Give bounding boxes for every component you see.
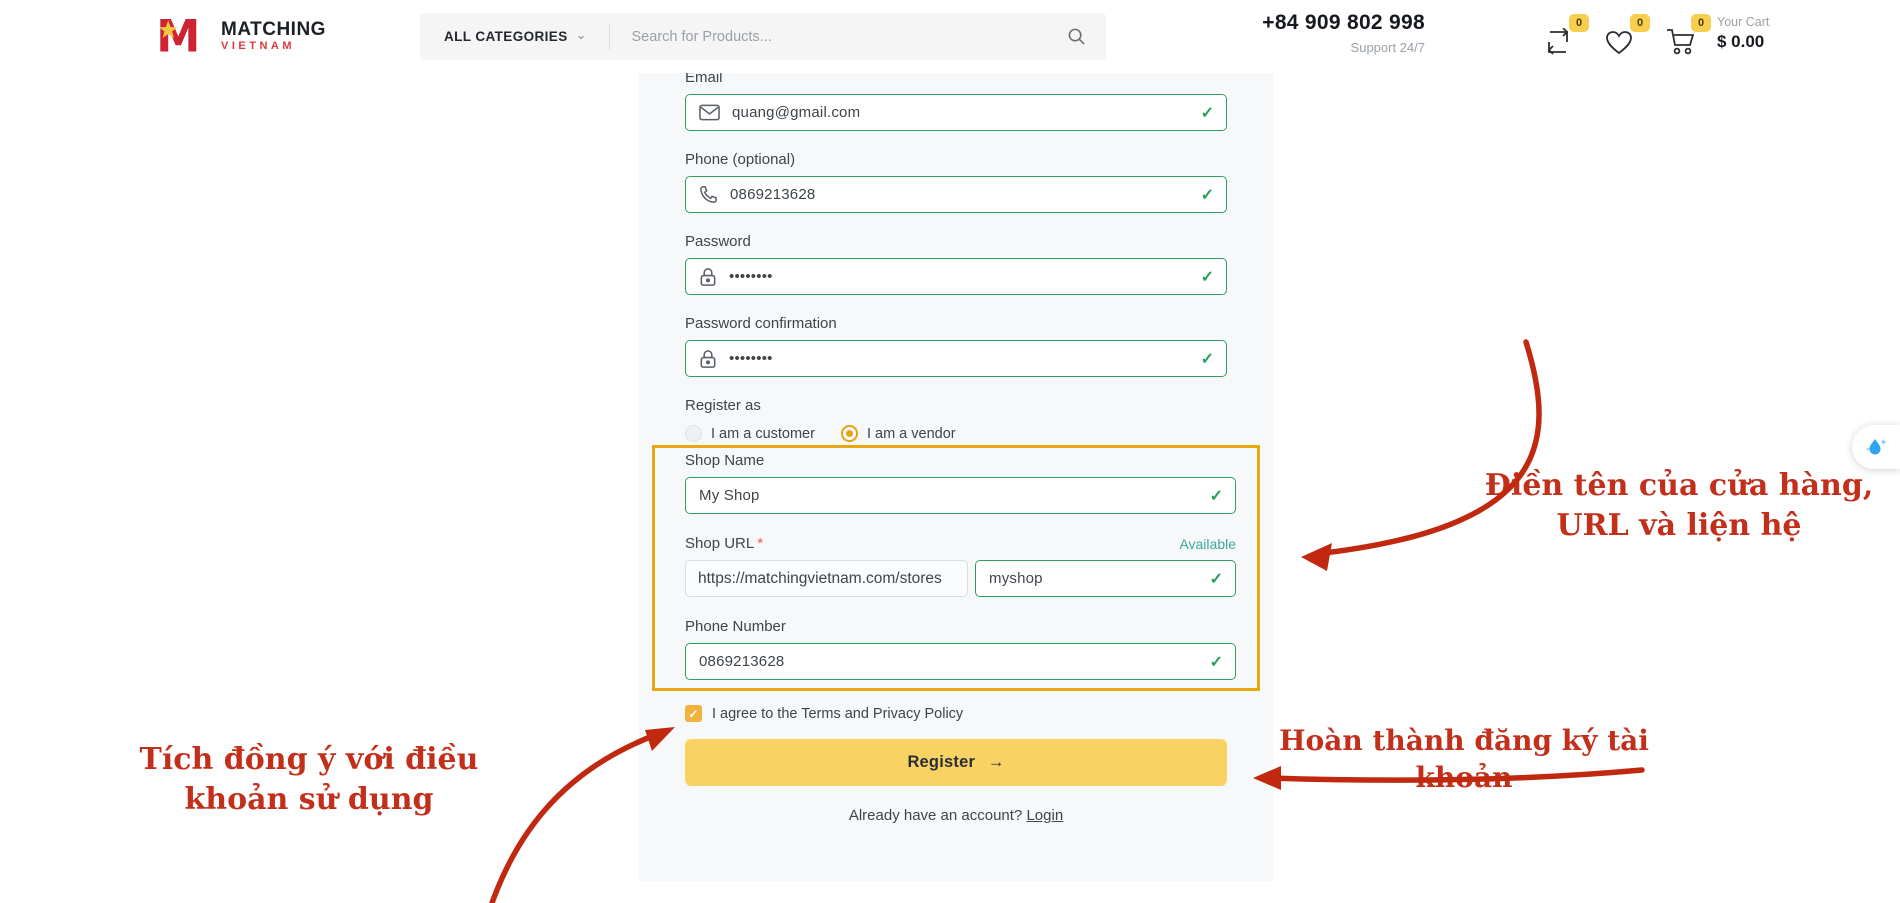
valid-check-icon: ✓ <box>1210 569 1223 589</box>
radio-customer-circle[interactable] <box>685 425 702 442</box>
shop-url-label: Shop URL <box>685 535 754 552</box>
phone-field[interactable]: ✓ <box>685 176 1227 213</box>
login-link[interactable]: Login <box>1026 807 1063 824</box>
extension-widget-button[interactable] <box>1852 425 1900 469</box>
required-asterisk: * <box>757 535 763 552</box>
annotation-register: Hoàn thành đăng ký tài khoản <box>1258 723 1670 797</box>
register-button-label: Register <box>907 753 975 771</box>
shop-url-field[interactable]: ✓ <box>975 560 1236 597</box>
shop-url-prefix: https://matchingvietnam.com/stores <box>685 560 968 597</box>
register-as-group: Register as I am a customer I am a vendo… <box>685 397 1227 442</box>
email-input[interactable] <box>732 104 1192 121</box>
cart-label: Your Cart <box>1717 15 1769 29</box>
shop-name-field[interactable]: ✓ <box>685 477 1236 514</box>
password-field-group: Password ✓ <box>685 233 1227 295</box>
shop-name-field-group: Shop Name ✓ <box>685 452 1236 514</box>
arrow-right-icon: → <box>988 753 1005 771</box>
cart-info[interactable]: Your Cart $ 0.00 <box>1717 15 1769 52</box>
radio-customer[interactable]: I am a customer <box>685 425 815 442</box>
shop-phone-field-group: Phone Number ✓ <box>685 618 1236 680</box>
logo-m-icon: M <box>155 12 211 60</box>
register-as-label: Register as <box>685 397 1227 414</box>
annotation-shop-fields: Điền tên của cửa hàng, URL và liện hệ <box>1458 466 1900 545</box>
valid-check-icon: ✓ <box>1210 652 1223 672</box>
compare-icon <box>1543 28 1573 56</box>
valid-check-icon: ✓ <box>1201 349 1214 369</box>
shop-name-input[interactable] <box>699 487 1201 504</box>
shop-phone-field[interactable]: ✓ <box>685 643 1236 680</box>
annotation-terms: Tích đồng ý với điều khoản sử dụng <box>85 740 533 819</box>
radio-customer-label: I am a customer <box>711 426 815 442</box>
password-confirmation-field-group: Password confirmation ✓ <box>685 315 1227 377</box>
password-confirmation-label: Password confirmation <box>685 315 1227 332</box>
lock-icon <box>699 267 717 287</box>
arrowhead-shop-box <box>1301 543 1332 571</box>
mail-icon <box>699 104 720 121</box>
email-field-group: Email ✓ <box>685 73 1227 131</box>
support-caption: Support 24/7 <box>1180 40 1425 55</box>
search-bar: ALL CATEGORIES ⌄ <box>420 13 1106 60</box>
phone-input[interactable] <box>730 186 1192 203</box>
logo[interactable]: M MATCHING VIETNAM <box>155 12 326 60</box>
compare-count-badge: 0 <box>1569 14 1589 32</box>
shop-phone-input[interactable] <box>699 653 1201 670</box>
password-label: Password <box>685 233 1227 250</box>
email-label: Email <box>685 73 1227 86</box>
valid-check-icon: ✓ <box>1210 486 1223 506</box>
shop-phone-label: Phone Number <box>685 618 1236 635</box>
valid-check-icon: ✓ <box>1201 103 1214 123</box>
registration-form-card: Email ✓ Phone (optional) ✓ Password ✓ <box>639 73 1273 881</box>
login-row: Already have an account? Login <box>685 807 1227 824</box>
password-confirmation-input[interactable] <box>729 350 1192 367</box>
shop-url-input[interactable] <box>989 570 1201 587</box>
cart-total: $ 0.00 <box>1717 32 1769 52</box>
wishlist-button[interactable]: 0 <box>1604 20 1650 56</box>
terms-checkbox[interactable]: ✓ <box>685 705 702 722</box>
logo-subtitle: VIETNAM <box>221 40 326 53</box>
search-icon <box>1067 27 1086 46</box>
phone-label: Phone (optional) <box>685 151 1227 168</box>
wishlist-count-badge: 0 <box>1630 14 1650 32</box>
site-header: M MATCHING VIETNAM ALL CATEGORIES ⌄ +84 … <box>0 0 1900 73</box>
vendor-fields-highlight-box: Shop Name ✓ Shop URL* Available https://… <box>652 445 1260 691</box>
compare-button[interactable]: 0 <box>1543 20 1589 56</box>
shop-name-label: Shop Name <box>685 452 1236 469</box>
radio-vendor[interactable]: I am a vendor <box>841 425 956 442</box>
phone-icon <box>699 185 718 204</box>
cart-icon <box>1665 27 1697 56</box>
water-drop-icon <box>1864 435 1888 459</box>
valid-check-icon: ✓ <box>1201 267 1214 287</box>
categories-label: ALL CATEGORIES <box>444 29 568 44</box>
register-button[interactable]: Register → <box>685 739 1227 786</box>
terms-row[interactable]: ✓ I agree to the Terms and Privacy Polic… <box>685 705 1227 722</box>
heart-icon <box>1604 29 1634 56</box>
chevron-down-icon: ⌄ <box>576 27 587 43</box>
logo-letter: M <box>156 12 200 60</box>
search-button[interactable] <box>1047 27 1106 46</box>
terms-label: I agree to the Terms and Privacy Policy <box>712 706 963 722</box>
shop-url-field-group: Shop URL* Available https://matchingviet… <box>685 535 1236 597</box>
password-confirmation-field[interactable]: ✓ <box>685 340 1227 377</box>
email-field[interactable]: ✓ <box>685 94 1227 131</box>
support-phone-block: +84 909 802 998 Support 24/7 <box>1180 11 1425 55</box>
cart-count-badge: 0 <box>1691 14 1711 32</box>
valid-check-icon: ✓ <box>1201 185 1214 205</box>
lock-icon <box>699 349 717 369</box>
password-field[interactable]: ✓ <box>685 258 1227 295</box>
radio-vendor-label: I am a vendor <box>867 426 956 442</box>
login-prompt: Already have an account? <box>849 807 1027 824</box>
categories-dropdown[interactable]: ALL CATEGORIES ⌄ <box>420 29 609 45</box>
support-phone-number: +84 909 802 998 <box>1180 11 1425 35</box>
availability-status: Available <box>1179 536 1236 552</box>
radio-vendor-circle[interactable] <box>841 425 858 442</box>
logo-title: MATCHING <box>221 20 326 40</box>
password-input[interactable] <box>729 268 1192 285</box>
cart-button[interactable]: 0 <box>1665 20 1711 56</box>
phone-field-group: Phone (optional) ✓ <box>685 151 1227 213</box>
search-input[interactable] <box>610 29 1047 45</box>
